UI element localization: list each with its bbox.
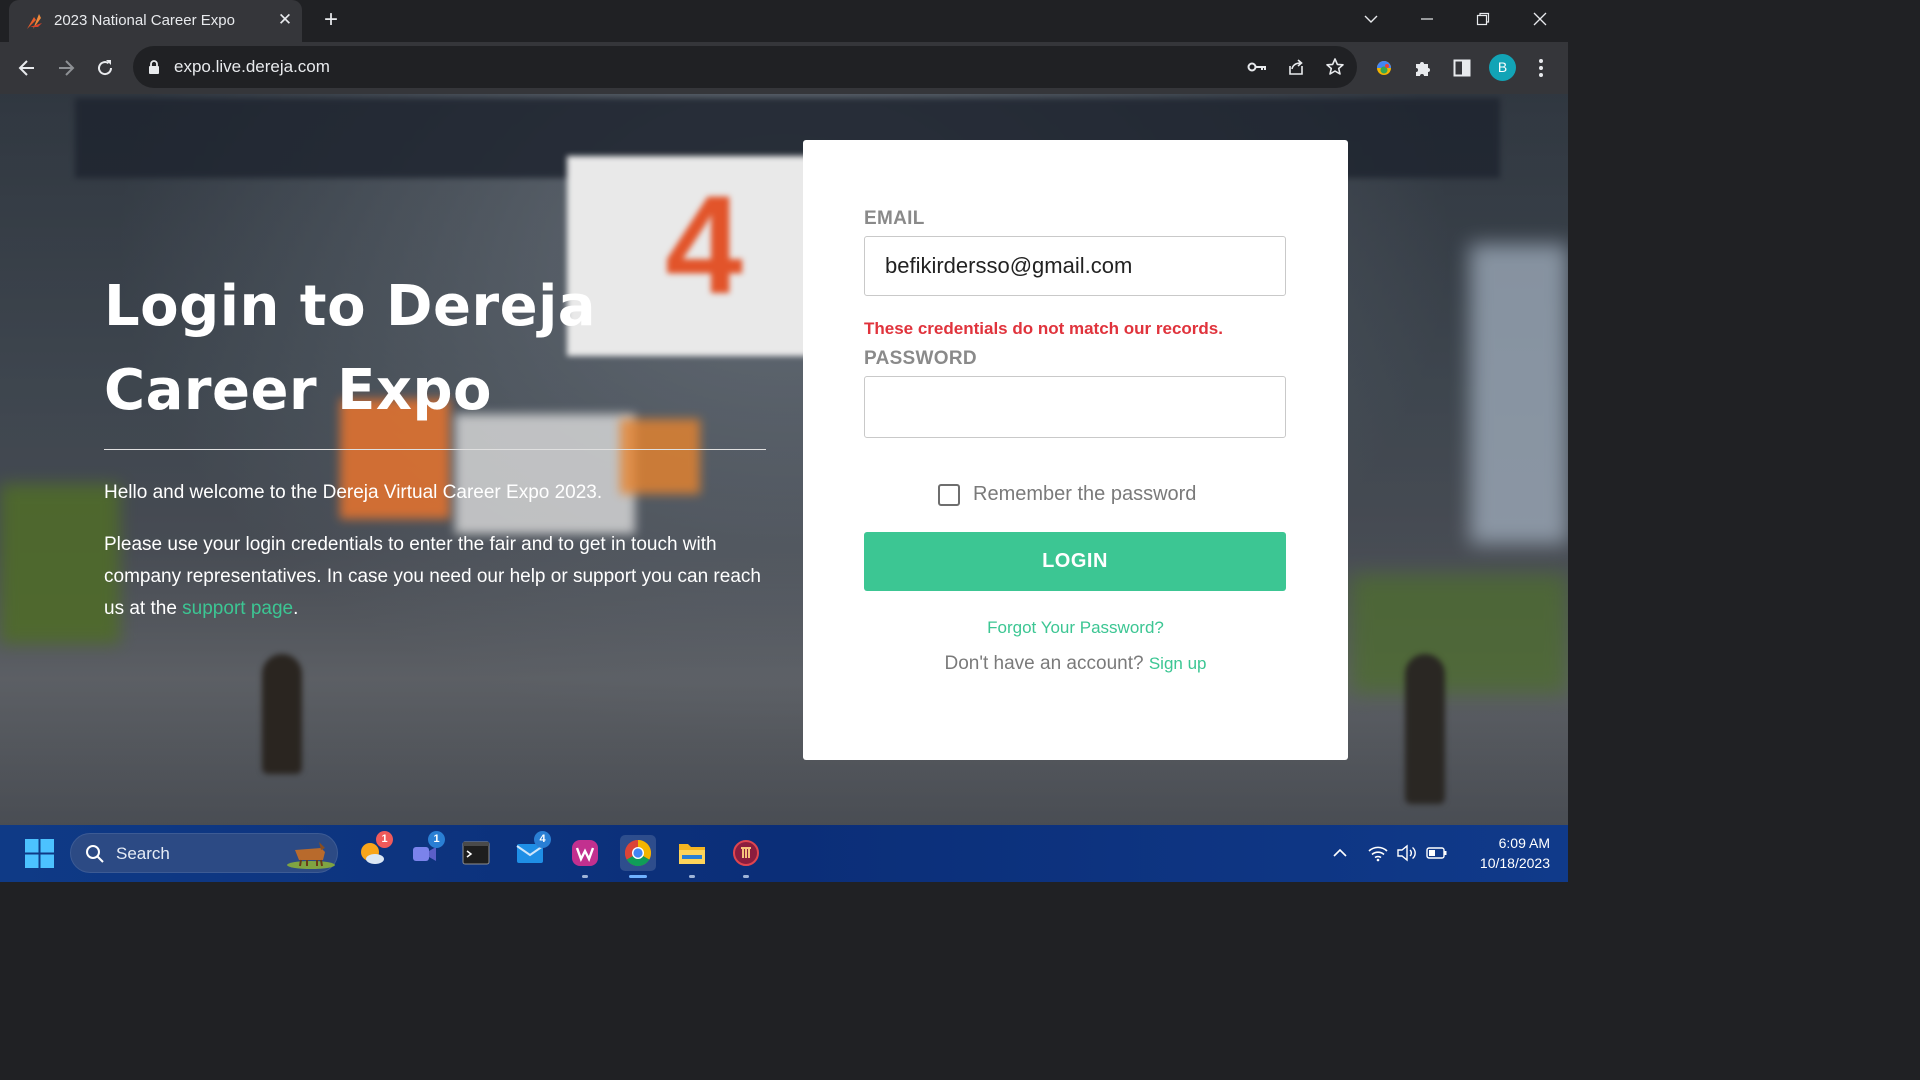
taskbar-weather-app[interactable]: 1 — [354, 831, 393, 871]
folder-icon — [679, 844, 705, 864]
background-person — [1405, 654, 1445, 804]
running-indicator — [743, 875, 749, 878]
search-highlight-icon — [287, 842, 335, 869]
forgot-password-link[interactable]: Forgot Your Password? — [987, 618, 1164, 637]
url-text: expo.live.dereja.com — [174, 57, 330, 76]
clock-time: 6:09 AM — [1498, 835, 1550, 851]
background-trees — [1350, 574, 1568, 694]
page-viewport: 4 Login to Dereja Career Expo Hello and … — [0, 94, 1568, 825]
terminal-icon — [462, 841, 490, 865]
browser-tab[interactable]: 2023 National Career Expo ✕ — [9, 0, 302, 42]
forward-arrow-icon[interactable] — [52, 54, 80, 82]
battery-icon[interactable] — [1426, 843, 1448, 863]
hero-section: Login to Dereja Career Expo Hello and we… — [104, 265, 766, 625]
hero-divider — [104, 449, 766, 450]
search-placeholder: Search — [116, 844, 170, 863]
volume-icon[interactable] — [1396, 843, 1418, 863]
side-panel-icon[interactable] — [1448, 54, 1476, 82]
system-clock[interactable]: 6:09 AM 10/18/2023 — [1460, 833, 1550, 873]
password-label: PASSWORD — [864, 348, 977, 369]
no-account-text: Don't have an account? — [944, 653, 1144, 674]
login-card: EMAIL These credentials do not match our… — [803, 140, 1348, 760]
taskbar-terminal-app[interactable] — [458, 835, 494, 871]
restore-button[interactable] — [1468, 6, 1498, 32]
email-field[interactable] — [864, 236, 1286, 296]
signup-row: Don't have an account? Sign up — [803, 653, 1348, 675]
dereja-favicon-icon — [27, 14, 42, 29]
forgot-password-row: Forgot Your Password? — [803, 618, 1348, 638]
intro-text: Please use your login credentials to ent… — [104, 529, 766, 625]
running-indicator — [689, 875, 695, 878]
tab-search-chevron-icon[interactable] — [1356, 6, 1386, 32]
password-field[interactable] — [864, 376, 1286, 438]
taskbar-mail-app[interactable]: 4 — [512, 831, 551, 871]
welcome-text: Hello and welcome to the Dereja Virtual … — [104, 482, 603, 503]
extension-color-icon[interactable] — [1370, 54, 1398, 82]
error-message: These credentials do not match our recor… — [864, 319, 1223, 338]
taskbar-file-explorer-app[interactable] — [674, 835, 710, 878]
tab-title: 2023 National Career Expo — [54, 12, 235, 29]
background-skyline — [1470, 244, 1568, 544]
windows-taskbar: Search 1 1 4 6:09 AM 10/18/2023 — [0, 825, 1568, 882]
remember-checkbox[interactable] — [938, 483, 960, 506]
password-key-icon[interactable] — [1246, 56, 1268, 78]
active-indicator — [629, 875, 647, 878]
remember-label[interactable]: Remember the password — [973, 483, 1196, 506]
share-icon[interactable] — [1285, 56, 1307, 78]
login-button[interactable]: LOGIN — [864, 532, 1286, 591]
running-indicator — [582, 875, 588, 878]
browser-tab-strip: 2023 National Career Expo ✕ + — [0, 0, 1568, 42]
wps-office-icon — [572, 840, 598, 866]
back-arrow-icon[interactable] — [13, 54, 41, 82]
new-tab-button[interactable]: + — [318, 8, 344, 34]
weather-badge: 1 — [376, 831, 393, 848]
kebab-menu-icon[interactable] — [1527, 54, 1555, 82]
background-trees — [0, 484, 120, 644]
lock-icon — [149, 60, 159, 74]
chrome-icon — [624, 839, 652, 867]
profile-avatar[interactable]: B — [1489, 54, 1516, 81]
address-bar[interactable]: expo.live.dereja.com — [133, 46, 1357, 88]
minimize-button[interactable] — [1412, 6, 1442, 32]
title-line-1: Login to Dereja — [104, 274, 597, 339]
tray-chevron-up-icon[interactable] — [1329, 843, 1351, 863]
bookmark-star-icon[interactable] — [1324, 56, 1346, 78]
taskbar-wps-app[interactable] — [567, 835, 603, 878]
reload-icon[interactable] — [91, 54, 119, 82]
intro-end: . — [293, 598, 299, 619]
page-title: Login to Dereja Career Expo — [104, 265, 766, 433]
taskbar-chrome-app[interactable] — [620, 835, 656, 878]
mail-badge: 4 — [534, 831, 551, 848]
signup-link[interactable]: Sign up — [1149, 654, 1207, 673]
teams-badge: 1 — [428, 831, 445, 848]
app-circle-icon — [733, 840, 759, 866]
clock-date: 10/18/2023 — [1479, 855, 1550, 871]
browser-toolbar: expo.live.dereja.com B — [0, 42, 1568, 94]
windows-start-icon[interactable] — [25, 839, 54, 868]
close-tab-icon[interactable]: ✕ — [273, 8, 297, 32]
taskbar-app[interactable] — [728, 835, 764, 878]
taskbar-teams-app[interactable]: 1 — [406, 831, 445, 871]
taskbar-search[interactable]: Search — [70, 833, 338, 873]
close-window-button[interactable] — [1525, 6, 1555, 32]
background-person — [262, 654, 302, 774]
remember-row: Remember the password — [938, 483, 1196, 506]
wifi-icon[interactable] — [1367, 843, 1389, 863]
extensions-puzzle-icon[interactable] — [1409, 54, 1437, 82]
search-icon — [86, 845, 104, 863]
title-line-2: Career Expo — [104, 358, 493, 423]
email-label: EMAIL — [864, 208, 925, 229]
support-page-link[interactable]: support page — [182, 598, 293, 619]
